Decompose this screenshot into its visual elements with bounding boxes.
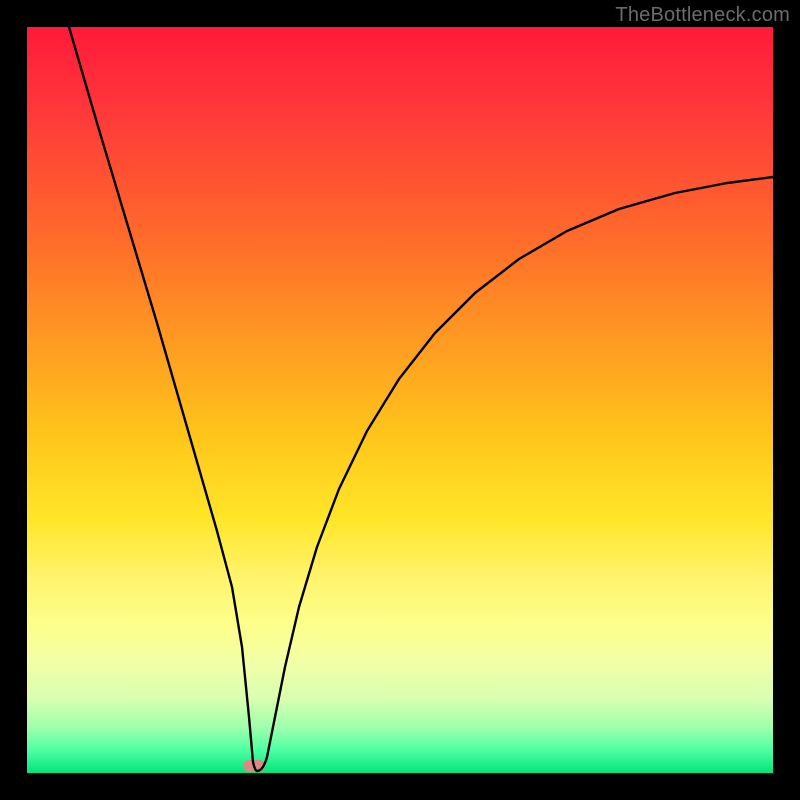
- watermark-text: TheBottleneck.com: [615, 4, 790, 27]
- curve-path: [69, 27, 773, 771]
- plot-area: [27, 27, 773, 773]
- bottleneck-curve: [27, 27, 773, 773]
- chart-frame: TheBottleneck.com: [0, 0, 800, 800]
